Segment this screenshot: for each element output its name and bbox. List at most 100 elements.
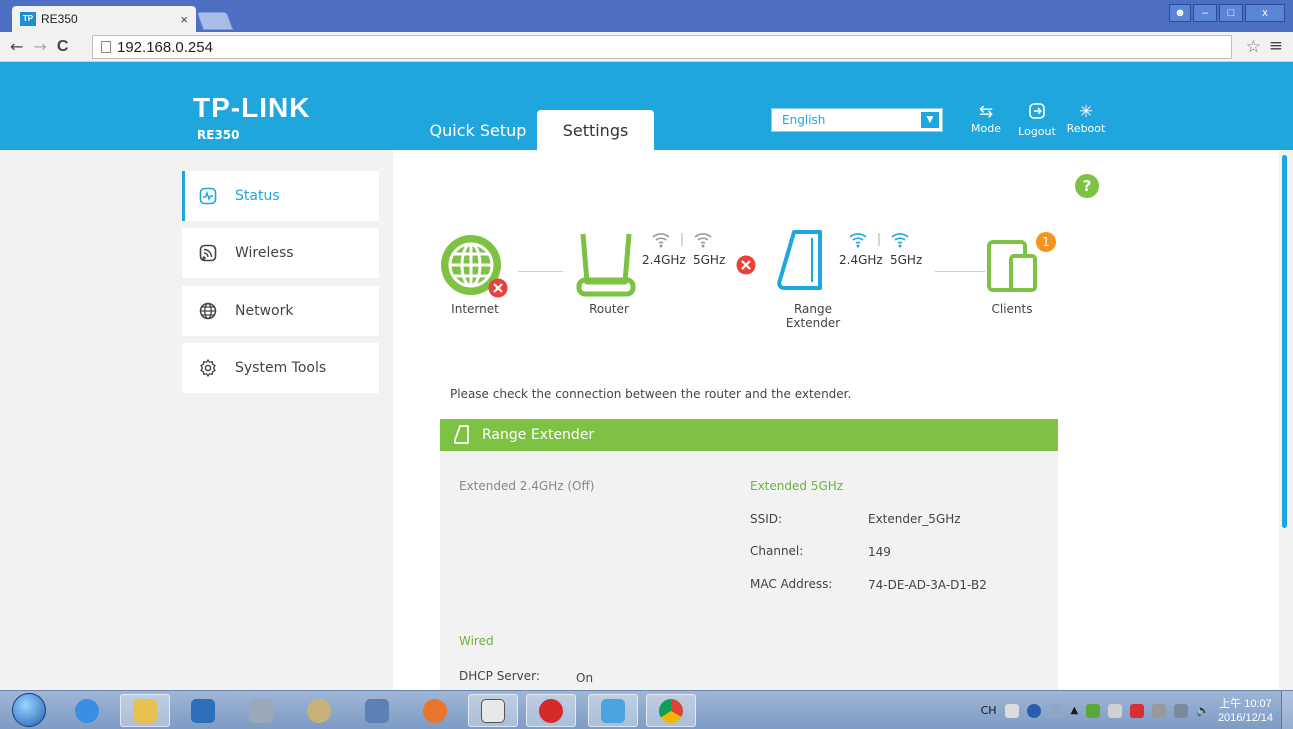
tab-quick-setup[interactable]: Quick Setup xyxy=(420,110,536,150)
chevron-down-icon: ▼ xyxy=(921,112,939,128)
reboot-icon: ✳ xyxy=(1078,102,1094,122)
show-desktop-button[interactable] xyxy=(1281,691,1293,729)
sidebar-item-label: Network xyxy=(235,303,294,319)
start-button[interactable] xyxy=(12,693,46,727)
tp-link-favicon-icon: TP xyxy=(20,12,36,26)
tab-close-icon[interactable]: × xyxy=(180,12,188,27)
sidebar-item-wireless[interactable]: Wireless xyxy=(182,228,379,278)
forward-arrow-icon[interactable]: → xyxy=(33,37,46,56)
wired-label: Wired xyxy=(459,634,494,648)
page-scrollbar[interactable] xyxy=(1282,155,1287,528)
model-name: RE350 xyxy=(197,128,240,142)
url-text: 192.168.0.254 xyxy=(117,38,213,56)
menu-icon[interactable]: ≡ xyxy=(1269,36,1283,56)
clock-date: 2016/12/14 xyxy=(1217,711,1273,724)
wireless-icon xyxy=(199,244,217,262)
sidebar-item-label: Wireless xyxy=(235,245,294,261)
mode-button[interactable]: ⇆ Mode xyxy=(970,102,1002,135)
connector-line xyxy=(518,271,563,272)
range-extender-label-line1: Range xyxy=(793,302,833,316)
tab-title: RE350 xyxy=(41,12,78,26)
sidebar-item-label: System Tools xyxy=(235,360,327,376)
red-tray-icon[interactable] xyxy=(1130,703,1145,718)
logout-button[interactable]: Logout xyxy=(1016,102,1058,138)
extender-freq-24: 2.4GHz xyxy=(839,253,883,267)
status-icon xyxy=(199,187,217,205)
action-center-icon[interactable] xyxy=(1108,703,1123,718)
clients-label: Clients xyxy=(991,302,1033,316)
reboot-button[interactable]: ✳ Reboot xyxy=(1064,102,1108,135)
tp-link-logo: TP-LINK xyxy=(193,92,311,123)
mode-switch-icon: ⇆ xyxy=(978,102,994,122)
app-header: TP-LINK RE350 Quick Setup Settings Engli… xyxy=(0,62,1293,150)
calculator-icon[interactable] xyxy=(236,694,286,727)
extender-freq-5: 5GHz xyxy=(890,253,923,267)
router-wifi-icons xyxy=(652,233,712,248)
user-icon[interactable]: ☻ xyxy=(1169,4,1191,22)
clock-time: 上午 10:07 xyxy=(1219,697,1272,710)
help-tray-icon[interactable] xyxy=(1026,703,1041,718)
range-extender-icon[interactable] xyxy=(776,228,830,294)
address-bar: ← → C 192.168.0.254 ☆ ≡ xyxy=(0,32,1293,62)
new-tab-button[interactable] xyxy=(196,12,234,30)
range-extender-panel-body: Extended 2.4GHz (Off) Extended 5GHz SSID… xyxy=(440,451,1058,690)
security-tray-icon[interactable] xyxy=(1086,703,1101,718)
connector-line xyxy=(935,271,985,272)
clients-count-badge: 1 xyxy=(1036,232,1056,252)
url-input[interactable]: 192.168.0.254 xyxy=(92,35,1232,59)
bookmark-star-icon[interactable]: ☆ xyxy=(1246,37,1261,57)
status-content: ? Internet Router 2.4GHz 5GHz Range Exte… xyxy=(393,150,1279,690)
language-value: English xyxy=(782,113,826,127)
internet-explorer-icon[interactable] xyxy=(62,694,112,727)
sidebar-item-network[interactable]: Network xyxy=(182,286,379,336)
keyboard-icon[interactable] xyxy=(1004,703,1019,718)
language-select[interactable]: English ▼ xyxy=(771,108,943,132)
close-window-button[interactable]: x xyxy=(1245,4,1285,22)
network-computer-icon[interactable] xyxy=(352,694,402,727)
router-label: Router xyxy=(589,302,629,316)
system-clock[interactable]: 上午 10:07 2016/12/14 xyxy=(1218,697,1273,725)
globe-icon xyxy=(199,302,217,320)
window-controls: ☻ – □ x xyxy=(1169,4,1285,22)
control-panel-icon[interactable] xyxy=(588,694,638,727)
file-explorer-icon[interactable] xyxy=(120,694,170,727)
extender-wifi-icons xyxy=(849,233,909,248)
back-arrow-icon[interactable]: ← xyxy=(10,37,23,56)
mac-address-label: MAC Address: xyxy=(750,577,833,591)
browser-tab[interactable]: TP RE350 × xyxy=(12,6,196,32)
clipboard-app-icon[interactable] xyxy=(468,694,518,727)
dhcp-server-label: DHCP Server: xyxy=(459,669,540,683)
help-icon[interactable]: ? xyxy=(1075,174,1099,198)
clients-devices-icon[interactable] xyxy=(985,236,1043,296)
firefox-icon[interactable] xyxy=(410,694,460,727)
range-extender-small-icon xyxy=(454,425,470,445)
logout-label: Logout xyxy=(1018,125,1056,138)
ime-options-icon[interactable] xyxy=(1048,703,1063,718)
tab-settings[interactable]: Settings xyxy=(537,110,654,150)
minimize-button[interactable]: – xyxy=(1193,4,1217,22)
input-language[interactable]: CH xyxy=(981,704,997,717)
page-icon xyxy=(101,41,111,53)
media-player-icon[interactable] xyxy=(178,694,228,727)
paint-icon[interactable] xyxy=(294,694,344,727)
display-tray-icon[interactable] xyxy=(1174,703,1189,718)
range-extender-label-line2: Extender xyxy=(785,316,841,330)
reload-icon[interactable]: C xyxy=(57,38,69,56)
connection-message: Please check the connection between the … xyxy=(450,387,852,401)
sidebar-item-status[interactable]: Status xyxy=(182,171,379,221)
sidebar-item-system-tools[interactable]: System Tools xyxy=(182,343,379,393)
show-hidden-icons-icon[interactable]: ▲ xyxy=(1071,705,1079,716)
channel-value: 149 xyxy=(868,545,891,559)
red-app-icon[interactable] xyxy=(526,694,576,727)
connection-error-icon xyxy=(736,255,756,275)
maximize-button[interactable]: □ xyxy=(1219,4,1243,22)
windows-taskbar: CH ▲ 🔈 上午 10:07 2016/12/14 xyxy=(0,690,1293,729)
range-extender-label: Range Extender xyxy=(778,302,848,330)
internet-label: Internet xyxy=(451,302,499,316)
network-tray-icon[interactable] xyxy=(1152,703,1167,718)
channel-label: Channel: xyxy=(750,544,804,558)
chrome-icon[interactable] xyxy=(646,694,696,727)
router-icon[interactable] xyxy=(573,232,637,298)
volume-icon[interactable]: 🔈 xyxy=(1196,704,1210,717)
panel-title: Range Extender xyxy=(482,427,595,443)
